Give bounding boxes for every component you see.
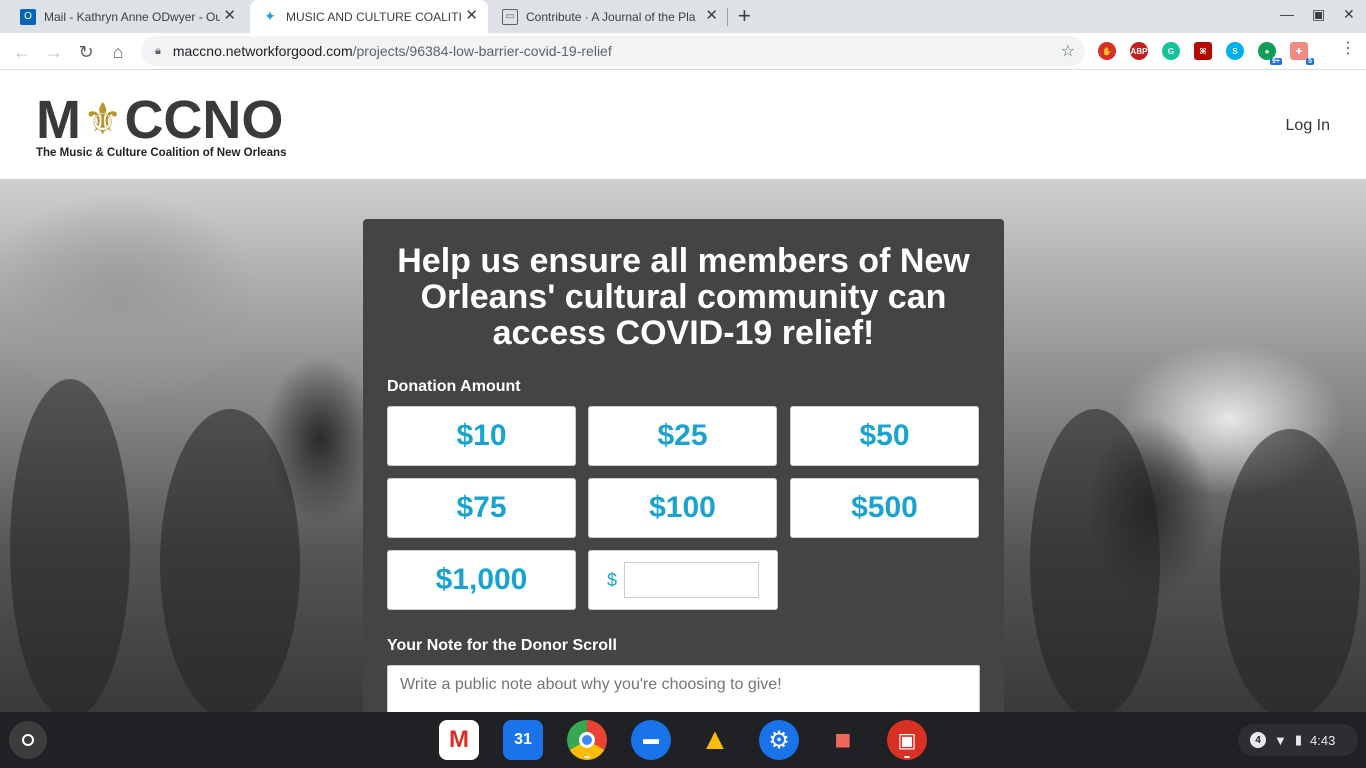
drive-icon[interactable]: ▲ <box>695 720 735 760</box>
bookmark-star-icon[interactable]: ☆ <box>1061 41 1075 61</box>
tab-maccno[interactable]: ✦ MUSIC AND CULTURE COALITIO ✕ <box>250 0 488 33</box>
os-shelf: M 31 ▬ ▲ ⚙ ■ ▣ 4 ▼ ▮ 4:43 <box>0 712 1366 768</box>
login-link[interactable]: Log In <box>1286 117 1330 135</box>
donor-note-label: Your Note for the Donor Scroll <box>387 637 617 654</box>
donation-headline: Help us ensure all members of New Orlean… <box>397 242 970 352</box>
stop-extension-icon[interactable]: ✋ <box>1098 42 1116 60</box>
chat-extension-icon[interactable]: ● 9+ <box>1258 42 1282 65</box>
maccno-logo[interactable]: M ⚜ CCNO The Music & Culture Coalition of … <box>36 90 287 159</box>
url-host: maccno.networkforgood.com <box>172 43 353 59</box>
outlook-icon: O <box>20 8 36 25</box>
tab-title: Contribute · A Journal of the Pla <box>526 9 696 24</box>
chat-badge: 9+ <box>1270 58 1282 65</box>
adblock-label: ABP <box>1130 46 1148 56</box>
tab-close-icon[interactable]: ✕ <box>705 8 718 24</box>
page-icon: ▭ <box>502 8 518 25</box>
adblock-extension-icon[interactable]: ABP <box>1130 42 1148 60</box>
dancer-icon: ✦ <box>264 8 276 24</box>
running-indicator <box>904 756 910 758</box>
tab-contribute[interactable]: ▭ Contribute · A Journal of the Pla ✕ <box>490 0 728 33</box>
amount-button-50[interactable]: $50 <box>790 406 979 466</box>
wifi-icon: ▼ <box>1274 732 1287 748</box>
lock-icon[interactable]: 🔒︎ <box>155 45 161 58</box>
back-icon[interactable]: ← <box>10 40 34 64</box>
logo-wordmark: M ⚜ CCNO <box>36 90 286 150</box>
amount-button-10[interactable]: $10 <box>387 406 576 466</box>
browser-toolbar: ← → ↻ ⌂ 🔒︎ maccno.networkforgood.com/pro… <box>0 33 1366 70</box>
fleur-de-lis-icon: ⚜ <box>82 95 123 144</box>
new-tab-icon[interactable]: + <box>738 5 751 27</box>
amount-button-1000[interactable]: $1,000 <box>387 550 576 610</box>
donor-note-textarea[interactable] <box>387 665 980 712</box>
files-icon[interactable]: ▬ <box>631 720 671 760</box>
puzzle-badge: 5 <box>1306 58 1314 65</box>
tab-separator <box>727 8 728 26</box>
clock: 4:43 <box>1310 732 1336 748</box>
amount-button-100[interactable]: $100 <box>588 478 777 538</box>
url-path: /projects/96384-low-barrier-covid-19-rel… <box>352 43 612 59</box>
tab-close-icon[interactable]: ✕ <box>465 8 478 24</box>
chrome-icon[interactable] <box>567 720 607 760</box>
custom-amount-box: $ <box>588 550 778 610</box>
amount-button-75[interactable]: $75 <box>387 478 576 538</box>
running-indicator <box>584 756 590 758</box>
photo-figure <box>1220 429 1360 712</box>
settings-icon[interactable]: ⚙ <box>759 720 799 760</box>
restore-icon[interactable]: ▣ <box>1312 6 1325 23</box>
battery-icon: ▮ <box>1294 732 1303 747</box>
donation-amount-label: Donation Amount <box>387 378 521 395</box>
minimize-icon[interactable]: — <box>1280 6 1294 22</box>
gmail-icon[interactable]: M <box>439 720 479 760</box>
photo-figure <box>160 409 300 712</box>
chrome-center <box>579 732 595 748</box>
browser-menu-icon[interactable]: ⋮ <box>1340 41 1356 57</box>
logo-text-right: CCNO <box>124 90 284 150</box>
launcher-icon <box>22 734 34 746</box>
tab-mail[interactable]: O Mail - Kathryn Anne ODwyer - Ou ✕ <box>8 0 246 33</box>
skype-extension-icon[interactable]: S <box>1226 42 1244 60</box>
donation-panel: Help us ensure all members of New Orlean… <box>363 219 1004 712</box>
puzzle-extension-icon[interactable]: ✚ 5 <box>1290 42 1314 65</box>
skype-label: S <box>1232 46 1238 56</box>
site-header: M ⚜ CCNO The Music & Culture Coalition of … <box>0 71 1366 179</box>
home-icon[interactable]: ⌂ <box>106 40 130 64</box>
tab-strip: O Mail - Kathryn Anne ODwyer - Ou ✕ ✦ MU… <box>0 0 1366 33</box>
calendar-icon[interactable]: 31 <box>503 720 543 760</box>
logo-subtitle: The Music & Culture Coalition of New Orl… <box>36 147 287 159</box>
address-bar[interactable]: 🔒︎ maccno.networkforgood.com/projects/96… <box>141 36 1085 66</box>
forward-icon[interactable]: → <box>42 40 66 64</box>
launcher-button[interactable] <box>9 721 47 759</box>
acrobat-extension-icon[interactable]: ⌘ <box>1194 42 1212 60</box>
custom-amount-input[interactable] <box>624 562 759 598</box>
reload-icon[interactable]: ↻ <box>74 40 98 64</box>
tab-close-icon[interactable]: ✕ <box>223 8 236 24</box>
status-tray[interactable]: 4 ▼ ▮ 4:43 <box>1238 724 1358 756</box>
amount-button-25[interactable]: $25 <box>588 406 777 466</box>
hero-background-photo: Help us ensure all members of New Orlean… <box>0 179 1366 712</box>
grammarly-label: G <box>1167 46 1175 56</box>
tab-title: MUSIC AND CULTURE COALITIO <box>286 9 462 24</box>
logo-text-left: M <box>36 90 81 150</box>
screencast-icon[interactable]: ■ <box>823 720 863 760</box>
photo-figure <box>10 379 130 712</box>
photo-figure <box>1030 409 1160 712</box>
close-window-icon[interactable]: ✕ <box>1343 6 1355 23</box>
currency-symbol: $ <box>607 570 618 590</box>
grammarly-extension-icon[interactable]: G <box>1162 42 1180 60</box>
amount-button-500[interactable]: $500 <box>790 478 979 538</box>
gallery-icon[interactable]: ▣ <box>887 720 927 760</box>
notification-count: 4 <box>1250 732 1266 748</box>
tab-title: Mail - Kathryn Anne ODwyer - Ou <box>44 9 220 24</box>
